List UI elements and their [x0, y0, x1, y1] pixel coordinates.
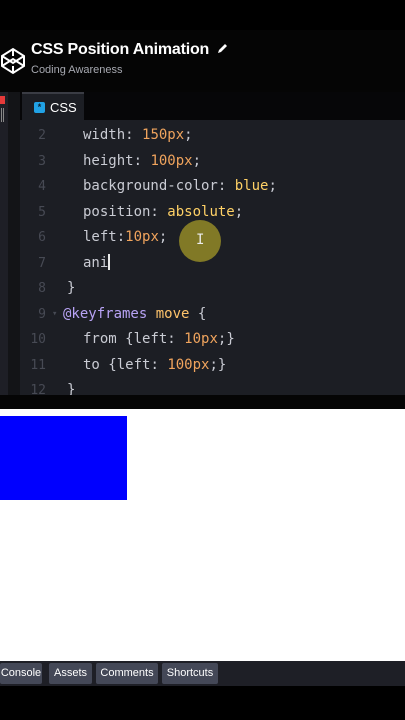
pencil-icon[interactable] — [217, 42, 229, 54]
code-token: ;} — [209, 356, 227, 373]
code-token: ; — [158, 229, 168, 245]
code-line[interactable]: 10 from {left: 10px;} — [20, 327, 405, 353]
line-number: 12 — [30, 383, 46, 395]
code-token: blue — [234, 178, 269, 194]
line-number: 6 — [38, 230, 46, 245]
code-token: 150px — [142, 127, 185, 143]
css-tab-icon: * — [34, 101, 45, 113]
code-token: height: — [83, 152, 151, 169]
code-line[interactable]: 8} — [20, 276, 405, 302]
code-text: position: absolute; — [83, 200, 243, 226]
code-token: } — [67, 382, 76, 395]
code-line[interactable]: 4 background-color: blue; — [20, 174, 405, 200]
code-text: background-color: blue; — [83, 174, 277, 200]
code-text: ani — [83, 251, 111, 277]
code-token: background-color: — [83, 178, 235, 194]
code-token: ; — [184, 127, 193, 143]
line-number: 8 — [38, 281, 46, 296]
codepen-logo-icon[interactable] — [0, 46, 26, 76]
pen-header — [0, 30, 405, 92]
tab-css[interactable]: * CSS — [22, 92, 84, 120]
code-line[interactable]: 5 position: absolute; — [20, 200, 405, 226]
code-token: ; — [192, 152, 202, 169]
line-number: 9 — [38, 306, 46, 322]
code-line[interactable]: 12} — [20, 378, 405, 395]
code-token: width: — [83, 127, 143, 143]
line-number: 4 — [38, 179, 46, 194]
code-line[interactable]: 3 height: 100px; — [20, 149, 405, 175]
code-token: move — [155, 305, 190, 322]
title-wrap: CSS Position Animation — [31, 41, 229, 59]
panel-divider[interactable] — [0, 395, 405, 409]
text-cursor-icon: I — [196, 232, 205, 248]
code-token: { — [125, 331, 134, 347]
code-token: ani — [83, 254, 109, 271]
code-token: 100px — [167, 356, 210, 373]
grip-handle-icon[interactable] — [1, 108, 4, 122]
bottom-black-bar — [0, 686, 405, 720]
line-number: 3 — [38, 153, 46, 169]
bottom-bar: Console Assets Comments Shortcuts — [0, 661, 405, 686]
code-line[interactable]: 9 ▾ @keyframes move { — [20, 302, 405, 328]
code-line[interactable]: 11 to {left: 100px;} — [20, 353, 405, 379]
editor-tab-bar: * CSS — [20, 92, 405, 120]
code-token: left: — [83, 229, 126, 245]
tab-css-label: CSS — [50, 99, 77, 115]
comments-button[interactable]: Comments — [96, 663, 158, 684]
line-number: 11 — [30, 357, 46, 373]
code-token: ;} — [217, 331, 235, 347]
line-number: 10 — [30, 332, 46, 347]
preview-blue-box — [0, 416, 127, 500]
code-text: } — [67, 378, 75, 395]
code-token: ; — [234, 203, 244, 220]
code-text: @keyframes move { — [63, 302, 206, 328]
code-token: to — [83, 356, 109, 373]
code-token: 10px — [125, 229, 159, 245]
code-text: height: 100px; — [83, 149, 201, 175]
code-token: { — [108, 356, 117, 373]
pen-author[interactable]: Coding Awareness — [31, 64, 123, 76]
status-indicator — [0, 96, 5, 104]
top-black-bar — [0, 0, 405, 30]
console-button[interactable]: Console — [0, 663, 42, 684]
code-text: to {left: 100px;} — [83, 353, 226, 379]
code-token: } — [67, 280, 76, 296]
code-token: left: — [133, 331, 185, 347]
code-token: 100px — [150, 152, 193, 169]
code-token: position: — [83, 203, 168, 220]
line-number: 5 — [38, 204, 46, 220]
code-text: } — [67, 276, 75, 302]
fold-arrow-icon[interactable]: ▾ — [52, 302, 57, 328]
assets-button[interactable]: Assets — [49, 663, 92, 684]
code-text: width: 150px; — [83, 123, 193, 149]
pen-title[interactable]: CSS Position Animation — [31, 41, 209, 59]
code-token: ; — [268, 178, 277, 194]
code-text: left:10px; — [83, 225, 167, 251]
line-number: 2 — [38, 128, 46, 143]
code-token: absolute — [167, 203, 235, 220]
result-preview — [0, 409, 405, 661]
code-token: { — [189, 305, 207, 322]
editor-resize-strip[interactable] — [0, 92, 8, 395]
code-token: @keyframes — [63, 305, 156, 322]
code-token: 10px — [184, 331, 218, 347]
code-line[interactable]: 2 width: 150px; — [20, 123, 405, 149]
code-text: from {left: 10px;} — [83, 327, 235, 353]
shortcuts-button[interactable]: Shortcuts — [162, 663, 218, 684]
text-caret — [108, 253, 111, 270]
line-number: 7 — [38, 255, 46, 271]
code-token: from — [83, 331, 126, 347]
code-token: left: — [116, 356, 168, 373]
